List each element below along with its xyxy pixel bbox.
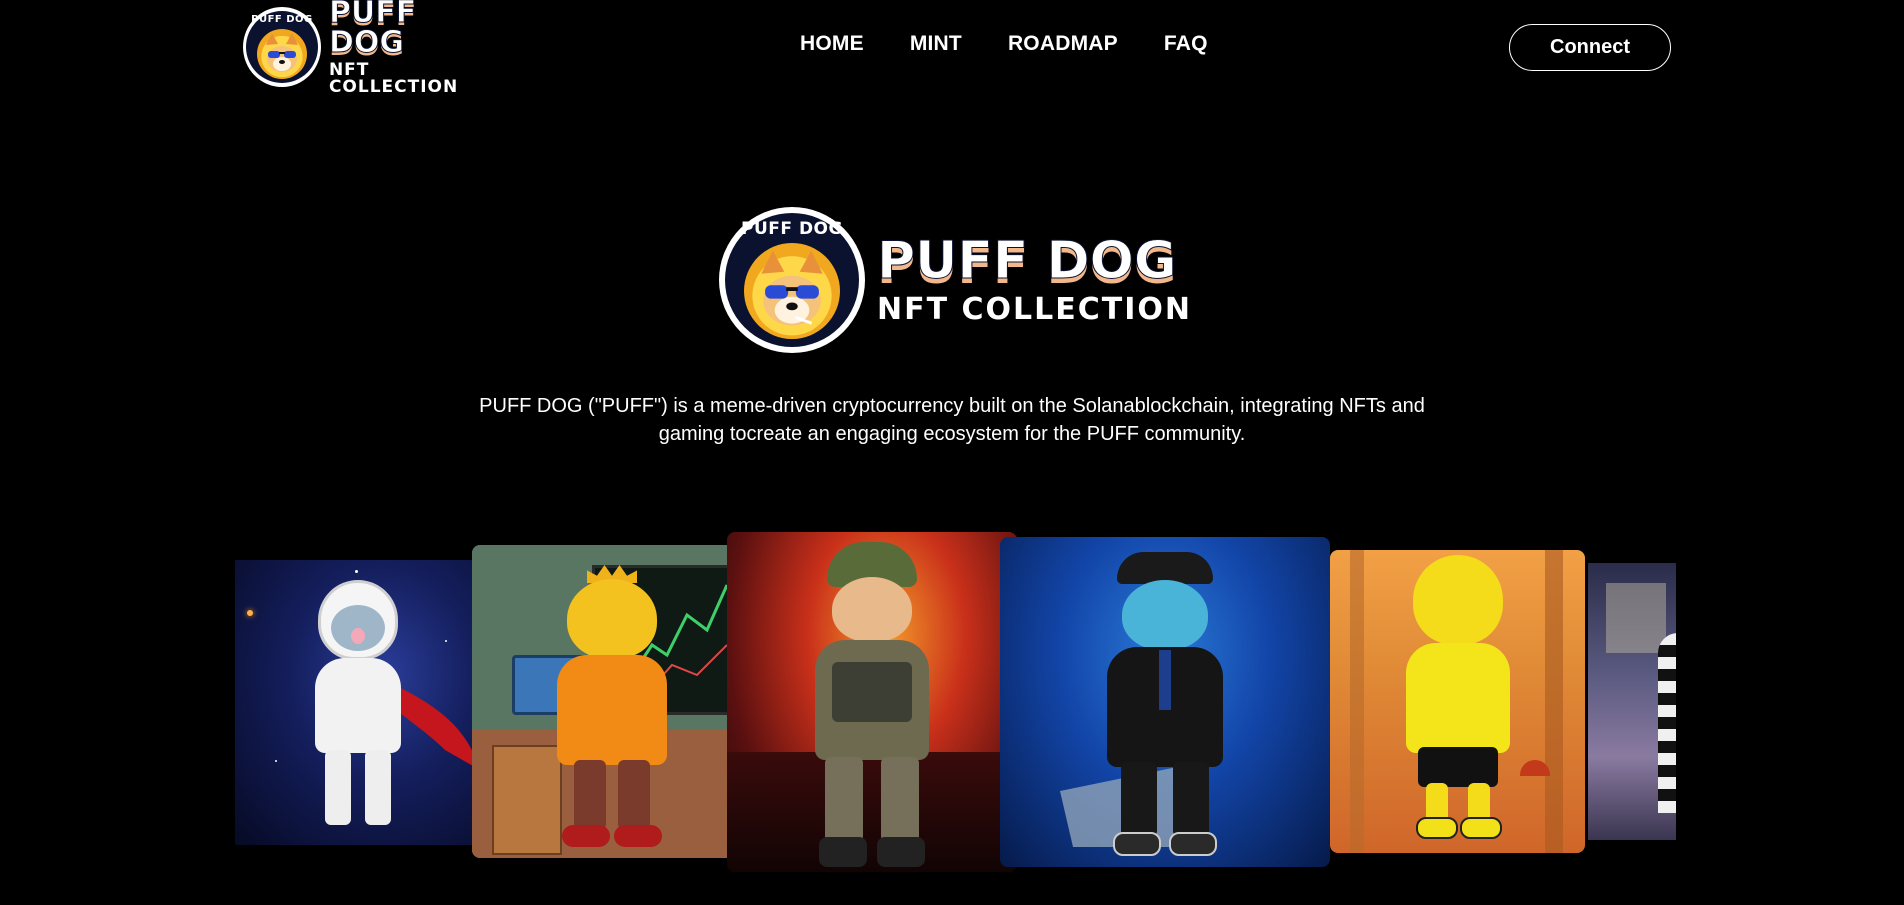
nft-card-pilot[interactable] <box>1000 537 1330 867</box>
nft-card-yellow-hoodie[interactable] <box>1330 550 1585 853</box>
nav-faq-link[interactable]: FAQ <box>1164 32 1208 56</box>
nav-home-link[interactable]: HOME <box>800 32 864 56</box>
logo-title: PUFF DOG <box>328 0 417 60</box>
nft-card-wanted[interactable] <box>1588 563 1676 840</box>
nft-gallery <box>235 530 1676 875</box>
hero-description: PUFF DOG ("PUFF") is a meme-driven crypt… <box>440 392 1464 448</box>
puff-dog-badge-icon: PUFF DOG <box>719 207 865 353</box>
logo-subtitle: NFT COLLECTION <box>328 60 459 97</box>
hero-logo-subtitle: NFT COLLECTION <box>877 292 1193 327</box>
hero-logo-title: PUFF DOG <box>876 231 1177 291</box>
nav-logo[interactable]: PUFF DOG PUFF DOG NFT COLLECTION <box>243 0 501 96</box>
nav-roadmap-link[interactable]: ROADMAP <box>1008 32 1118 56</box>
badge-ring-text: PUFF DOG <box>251 14 313 25</box>
hero-logo: PUFF DOG PUFF DOG NFT COLLECTION <box>719 207 1194 353</box>
puff-dog-badge-icon: PUFF DOG <box>243 7 321 87</box>
badge-ring-text: PUFF DOG <box>741 219 843 239</box>
nft-card-astronaut[interactable] <box>235 560 480 845</box>
nft-card-soldier[interactable] <box>727 532 1017 872</box>
main-nav: HOME MINT ROADMAP FAQ <box>800 32 1208 56</box>
nft-card-crowned-trader[interactable] <box>472 545 734 858</box>
hero-description-line-2: gaming tocreate an engaging ecosystem fo… <box>658 423 1246 445</box>
connect-button[interactable]: Connect <box>1509 24 1671 71</box>
hero-description-line-1: PUFF DOG ("PUFF") is a meme-driven crypt… <box>479 395 1425 417</box>
nav-mint-link[interactable]: MINT <box>910 32 962 56</box>
